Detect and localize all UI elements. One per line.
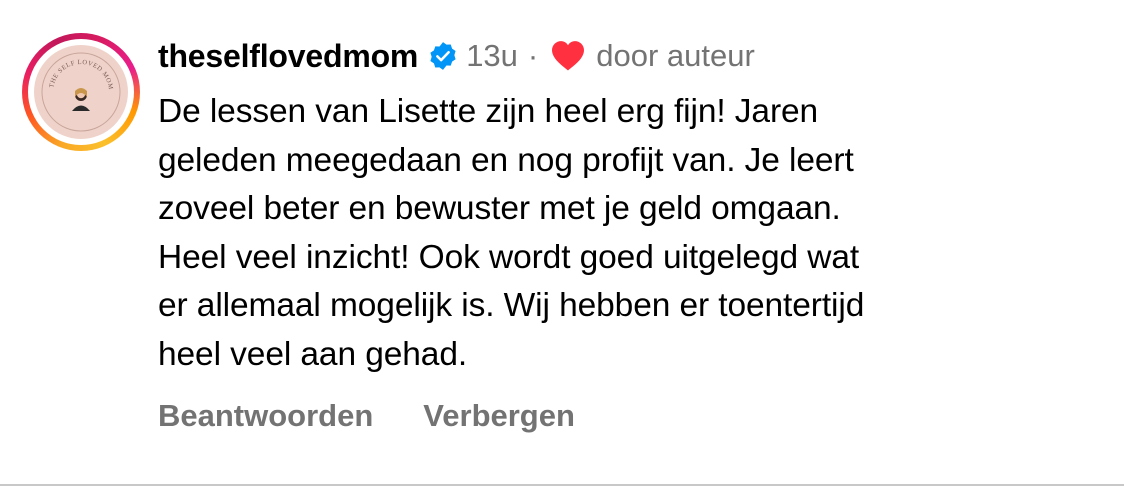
comment-header: theselflovedmom 13u · door auteur <box>158 34 755 78</box>
username[interactable]: theselflovedmom <box>158 38 418 75</box>
comment: THE SELF LOVED MOM theselflovedmom 13u · <box>0 0 1124 487</box>
verified-badge-icon <box>428 41 458 71</box>
avatar-logo-icon: THE SELF LOVED MOM <box>41 52 121 132</box>
hide-button[interactable]: Verbergen <box>423 398 575 434</box>
heart-icon <box>550 40 586 72</box>
comment-text: De lessen van Lisette zijn heel erg fijn… <box>158 93 865 373</box>
divider <box>0 484 1124 486</box>
liked-by-author-label: door auteur <box>596 38 755 73</box>
separator-dot: · <box>527 38 539 73</box>
reply-button[interactable]: Beantwoorden <box>158 398 373 434</box>
comment-actions: Beantwoorden Verbergen <box>158 398 575 434</box>
story-ring[interactable]: THE SELF LOVED MOM <box>22 33 140 151</box>
profile-avatar[interactable]: THE SELF LOVED MOM <box>34 45 128 139</box>
timestamp: 13u <box>466 38 518 73</box>
svg-text:THE SELF LOVED MOM: THE SELF LOVED MOM <box>48 59 114 90</box>
